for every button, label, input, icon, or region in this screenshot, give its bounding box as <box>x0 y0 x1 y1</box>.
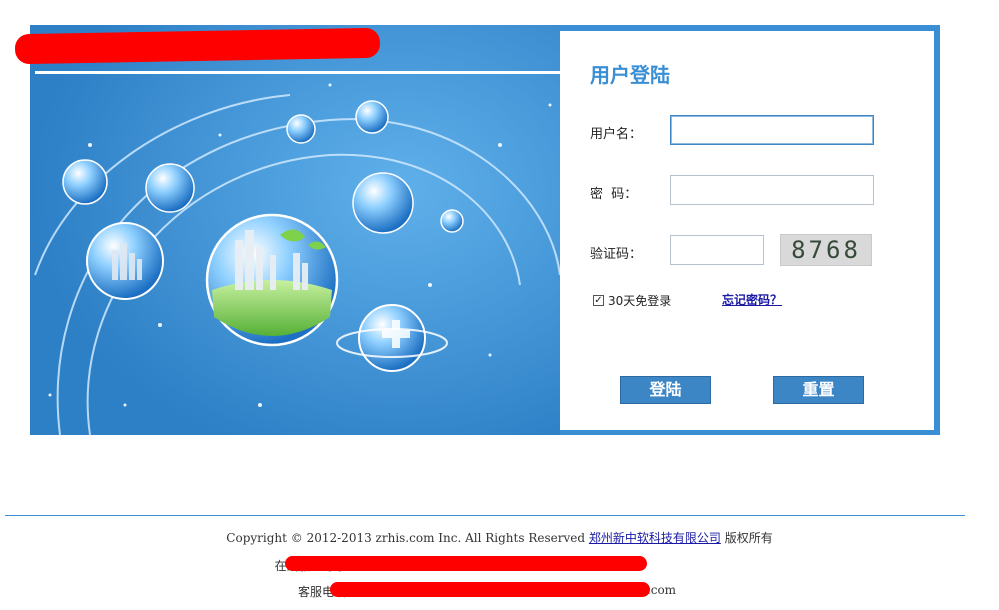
header-divider <box>35 71 560 74</box>
reset-button[interactable]: 重置 <box>773 376 864 404</box>
remember-checkbox[interactable]: ✓ <box>593 295 604 306</box>
captcha-field[interactable] <box>670 235 764 265</box>
remember-login[interactable]: ✓ 30天免登录 <box>593 292 671 309</box>
login-banner: 用户登陆 用户名： 密 码： 验证码： 8768 ✓ 30天免登录 忘记密码？ … <box>14 25 940 435</box>
redacted-contact-line-2 <box>330 582 650 597</box>
company-link[interactable]: 郑州新中软科技有限公司 <box>589 531 721 545</box>
redacted-logo <box>14 27 381 65</box>
login-title: 用户登陆 <box>590 63 670 87</box>
footer-divider <box>5 515 965 516</box>
remember-label: 30天免登录 <box>608 294 672 308</box>
captcha-image[interactable]: 8768 <box>780 234 872 266</box>
password-field[interactable] <box>670 175 874 205</box>
username-label: 用户名： <box>590 127 643 142</box>
password-label: 密 码： <box>590 187 638 202</box>
login-button[interactable]: 登陆 <box>620 376 711 404</box>
username-field[interactable] <box>670 115 874 145</box>
footer-copyright: Copyright © 2012-2013 zrhis.com Inc. All… <box>0 529 999 546</box>
forgot-password-link[interactable]: 忘记密码？ <box>722 291 782 308</box>
copyright-suffix: 版权所有 <box>724 531 773 545</box>
login-panel: 用户登陆 用户名： 密 码： 验证码： 8768 ✓ 30天免登录 忘记密码？ … <box>560 31 934 430</box>
captcha-label: 验证码： <box>590 247 643 262</box>
redacted-contact-line-1 <box>285 556 647 571</box>
banner-illustration <box>30 25 560 435</box>
copyright-text: Copyright © 2012-2013 zrhis.com Inc. All… <box>226 531 586 545</box>
